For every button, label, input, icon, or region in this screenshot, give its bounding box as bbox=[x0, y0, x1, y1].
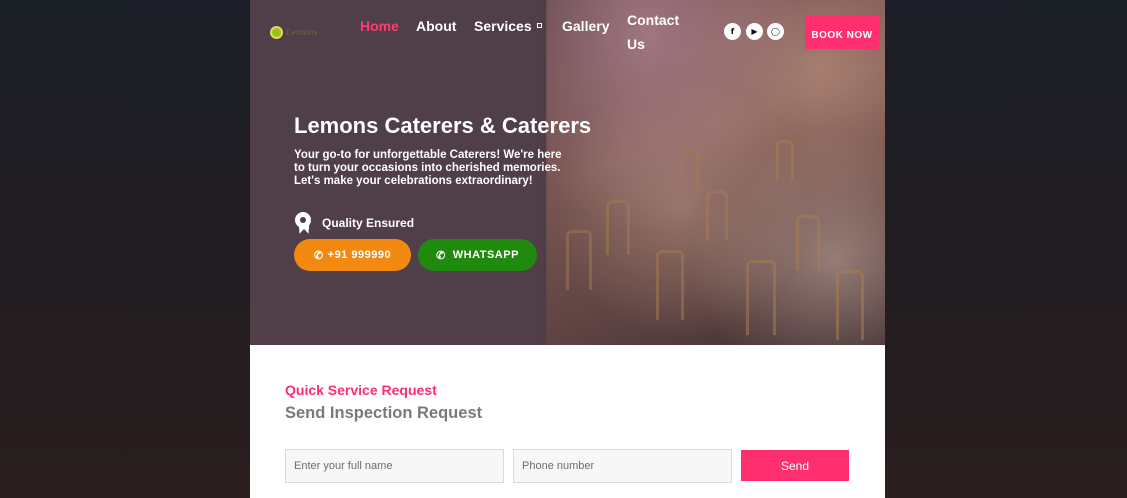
full-name-input[interactable] bbox=[285, 449, 504, 483]
award-icon bbox=[294, 212, 313, 236]
hero-section: Lemons Home About Services Gallery Conta… bbox=[250, 0, 885, 345]
hero-title: Lemons Caterers & Caterers bbox=[294, 113, 592, 138]
site-logo[interactable]: Lemons bbox=[270, 22, 330, 42]
nav-home[interactable]: Home bbox=[360, 14, 399, 38]
call-button-label: +91 999990 bbox=[327, 249, 392, 261]
whatsapp-button-label: WHATSAPP bbox=[452, 249, 519, 261]
whatsapp-button[interactable]: ✆ WHATSAPP bbox=[418, 239, 537, 271]
phone-icon: ✆ bbox=[313, 249, 324, 262]
section-title: Send Inspection Request bbox=[285, 404, 483, 422]
nav-contact[interactable]: Contact Us bbox=[627, 8, 683, 56]
facebook-icon[interactable]: f bbox=[724, 23, 741, 40]
services-dropdown-icon[interactable] bbox=[537, 23, 542, 28]
nav-about[interactable]: About bbox=[416, 14, 456, 38]
whatsapp-icon: ✆ bbox=[436, 249, 446, 262]
lemon-icon bbox=[270, 25, 283, 39]
logo-text: Lemons bbox=[286, 27, 318, 37]
youtube-icon[interactable]: ▶ bbox=[746, 23, 763, 40]
send-button[interactable]: Send bbox=[741, 450, 849, 481]
quality-badge: Quality Ensured bbox=[294, 212, 415, 236]
quality-label: Quality Ensured bbox=[322, 216, 415, 230]
instagram-icon[interactable]: ◯ bbox=[767, 23, 784, 40]
hero-description: Your go-to for unforgettable Caterers! W… bbox=[294, 149, 562, 187]
nav-services[interactable]: Services bbox=[474, 14, 532, 38]
phone-number-input[interactable] bbox=[513, 449, 732, 483]
page: Lemons Home About Services Gallery Conta… bbox=[250, 0, 885, 498]
nav-gallery[interactable]: Gallery bbox=[562, 14, 609, 38]
book-now-button[interactable]: BOOK NOW bbox=[805, 16, 879, 49]
call-button[interactable]: ✆ +91 999990 bbox=[294, 239, 411, 271]
section-kicker: Quick Service Request bbox=[285, 382, 437, 398]
